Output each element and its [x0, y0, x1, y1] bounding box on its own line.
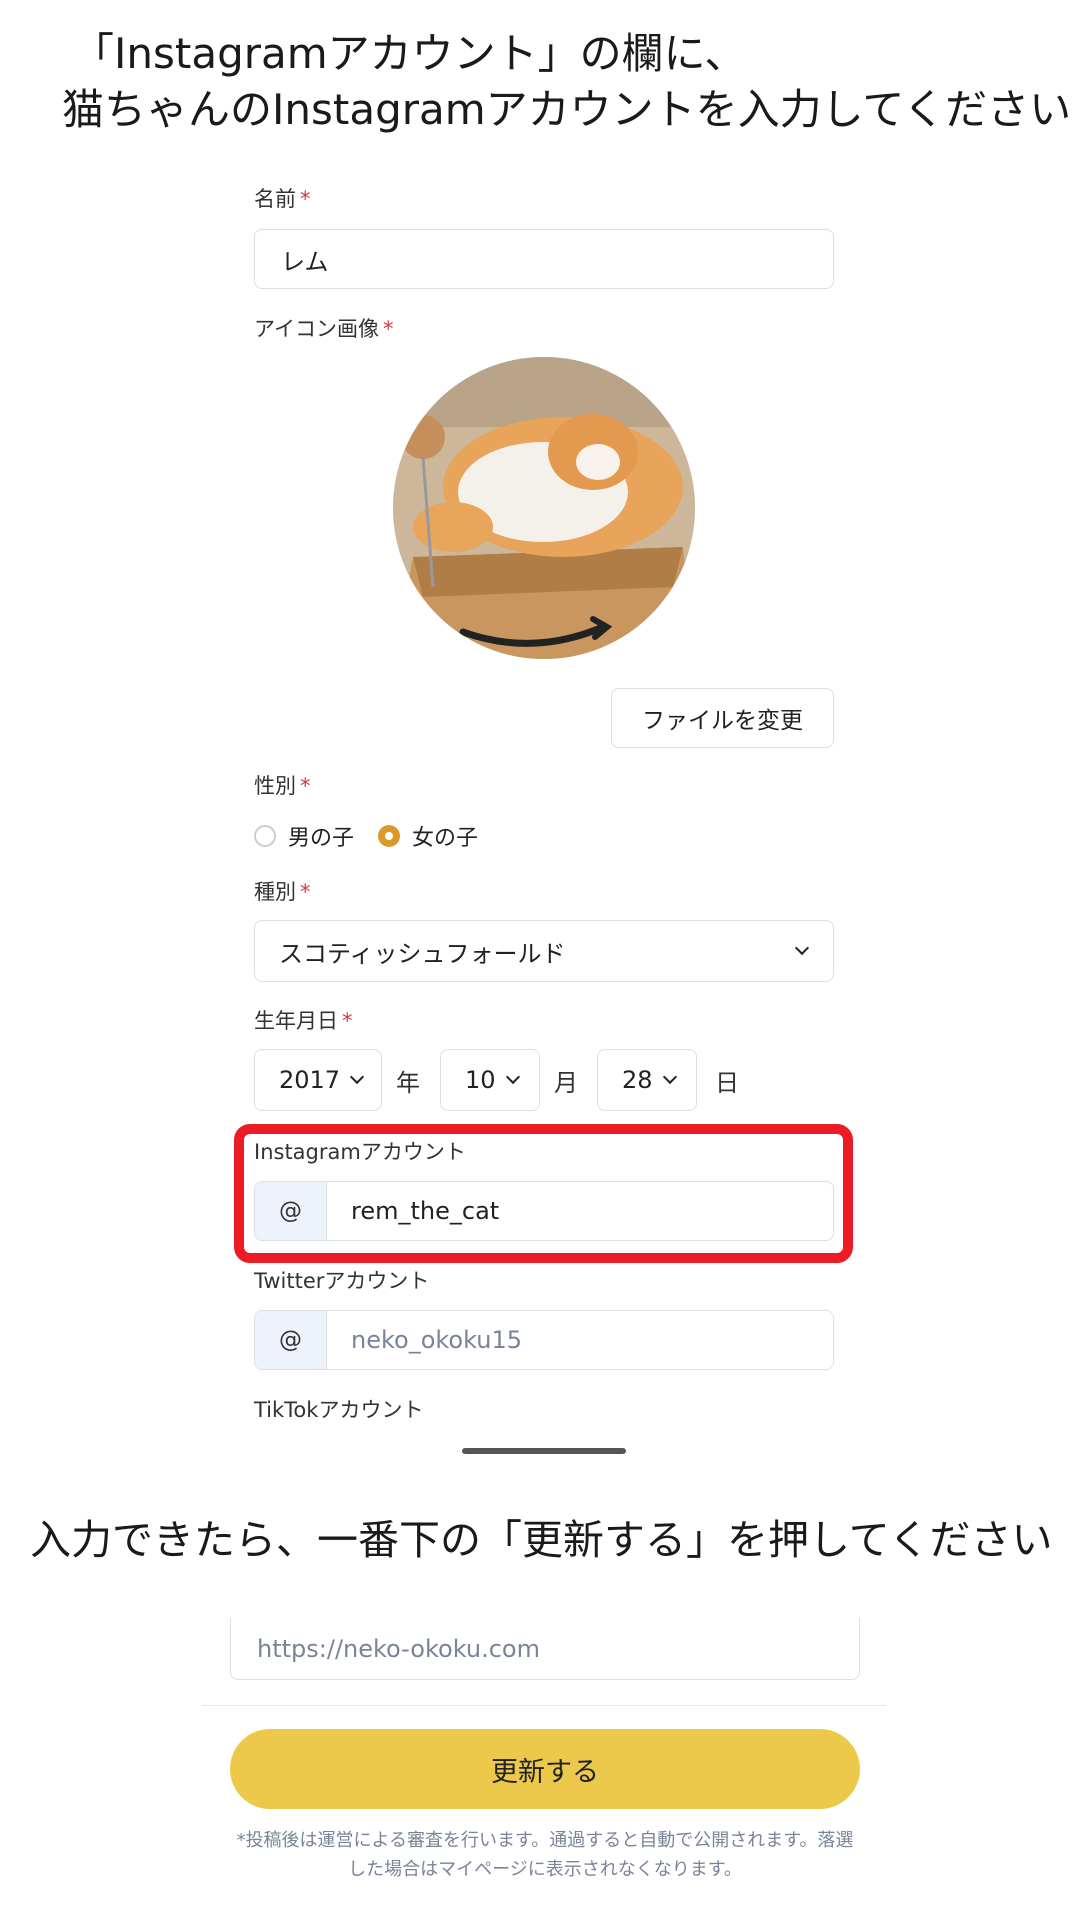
- year-unit: 年: [396, 1069, 420, 1097]
- required-mark: *: [300, 880, 311, 904]
- name-value: レム: [281, 247, 329, 276]
- icon-label: アイコン画像 *: [254, 315, 393, 343]
- name-label-text: 名前: [254, 187, 296, 211]
- month-unit: 月: [554, 1069, 578, 1097]
- birth-month-select[interactable]: 10: [440, 1049, 540, 1111]
- website-placeholder: https://neko-okoku.com: [257, 1634, 540, 1663]
- gender-label: 性別 *: [254, 772, 311, 800]
- twitter-input[interactable]: @ neko_okoku15: [254, 1310, 834, 1370]
- cat-photo-illustration: [393, 357, 695, 659]
- instruction-line-1: 「Instagramアカウント」の欄に、: [72, 29, 747, 78]
- birth-year-value: 2017: [279, 1066, 341, 1094]
- required-mark: *: [300, 187, 311, 211]
- birth-day-select[interactable]: 28: [597, 1049, 697, 1111]
- change-file-button[interactable]: ファイルを変更: [611, 688, 834, 748]
- chevron-down-icon: [505, 1069, 520, 1085]
- radio-male-label[interactable]: 男の子: [288, 820, 354, 852]
- required-mark: *: [382, 317, 394, 341]
- birth-year-select[interactable]: 2017: [254, 1049, 382, 1111]
- radio-female[interactable]: [378, 825, 401, 847]
- review-note: *投稿後は運営による審査を行います。通過すると自動で公開されます。落選した場合は…: [236, 1830, 854, 1880]
- breed-value: スコティッシュフォールド: [279, 939, 566, 968]
- highlight-box: [234, 1124, 853, 1263]
- birth-month-value: 10: [465, 1066, 496, 1094]
- scroll-indicator: [462, 1448, 626, 1454]
- required-mark: *: [300, 774, 311, 798]
- tiktok-label: TikTokアカウント: [254, 1398, 424, 1422]
- day-unit: 日: [715, 1069, 739, 1097]
- birthday-label: 生年月日 *: [254, 1007, 353, 1035]
- twitter-label: Twitterアカウント: [254, 1269, 430, 1293]
- gender-label-text: 性別: [254, 774, 296, 798]
- birthday-label-text: 生年月日: [254, 1009, 338, 1033]
- radio-male[interactable]: [254, 825, 276, 847]
- cat-avatar-image: [393, 357, 695, 659]
- name-label: 名前 *: [254, 185, 311, 213]
- update-button[interactable]: 更新する: [230, 1729, 860, 1809]
- chevron-down-icon: [662, 1069, 677, 1085]
- instruction-line-3: 入力できたら、一番下の「更新する」を押してください: [30, 1516, 1053, 1564]
- icon-label-text: アイコン画像: [254, 317, 379, 341]
- instruction-line-2: 猫ちゃんのInstagramアカウントを入力してください: [62, 85, 1072, 134]
- breed-label: 種別 *: [254, 878, 311, 906]
- name-input[interactable]: レム: [254, 229, 834, 289]
- at-prefix: @: [255, 1311, 327, 1369]
- chevron-down-icon: [350, 1069, 365, 1085]
- breed-select[interactable]: スコティッシュフォールド: [254, 920, 834, 982]
- chevron-down-icon: [794, 940, 810, 956]
- radio-female-label[interactable]: 女の子: [412, 820, 478, 852]
- divider: [202, 1705, 886, 1706]
- gender-radio-group: 男の子 女の子: [254, 820, 502, 852]
- birth-day-value: 28: [622, 1066, 653, 1094]
- website-input[interactable]: https://neko-okoku.com: [230, 1618, 860, 1680]
- breed-label-text: 種別: [254, 880, 296, 904]
- twitter-placeholder[interactable]: neko_okoku15: [327, 1311, 522, 1369]
- required-mark: *: [342, 1009, 353, 1033]
